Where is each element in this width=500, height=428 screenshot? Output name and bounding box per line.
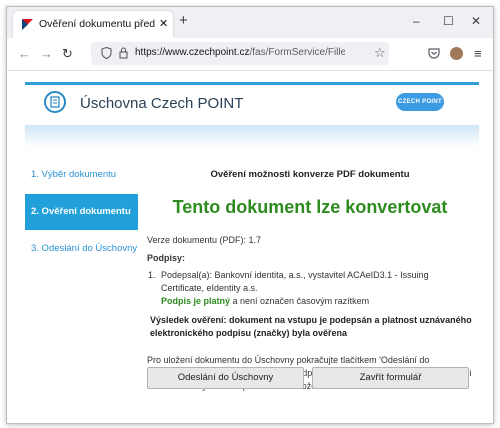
step-send-to-storage[interactable]: 3. Odeslání do Úschovny [25,231,138,267]
tab-title: Ověření dokumentu před konve [39,18,157,30]
menu-icon[interactable]: ≡ [474,46,482,61]
button-area: Odeslání do Úschovny Zavřít formulář [147,71,473,423]
address-bar[interactable]: https://www.czechpoint.cz/fas/FormServic… [91,42,389,65]
account-avatar[interactable] [450,47,463,60]
url-text[interactable]: https://www.czechpoint.cz/fas/FormServic… [135,47,345,58]
action-buttons: Odeslání do Úschovny Zavřít formulář [147,367,473,389]
bookmark-star-icon[interactable]: ☆ [374,45,386,61]
new-tab-button[interactable]: + [179,12,188,29]
minimize-icon[interactable]: – [413,14,420,28]
wizard-steps: 1. Výběr dokumentu 2. Ověření dokumentu … [25,157,138,268]
step-select-document[interactable]: 1. Výběr dokumentu [25,157,138,193]
forward-arrow-icon[interactable]: → [40,46,53,61]
lock-icon[interactable] [119,47,128,59]
tab-bar: Ověření dokumentu před konve ✕ + – ☐ ✕ [7,7,493,38]
step-verify-document[interactable]: 2. Ověření dokumentu [25,194,138,230]
browser-window: Ověření dokumentu před konve ✕ + – ☐ ✕ ←… [6,6,494,424]
window-close-icon[interactable]: ✕ [471,14,481,28]
czechpoint-favicon-icon [22,19,33,30]
maximize-icon[interactable]: ☐ [443,14,454,28]
uschovna-logo-icon [44,91,66,113]
tab-close-icon[interactable]: ✕ [159,17,168,30]
back-arrow-icon[interactable]: ← [18,46,31,61]
reload-icon[interactable]: ↻ [62,46,73,62]
navigation-bar: ← → ↻ https://www.czechpoint.cz/fas/Form… [7,38,493,71]
browser-tab[interactable]: Ověření dokumentu před konve ✕ [13,11,173,38]
pocket-icon[interactable] [428,48,440,59]
send-to-storage-button[interactable]: Odeslání do Úschovny [147,367,304,389]
shield-icon[interactable] [101,47,112,59]
page-content: Úschovna Czech POINT CZECH POINT 1. Výbě… [7,71,493,423]
close-form-button[interactable]: Zavřít formulář [312,367,469,389]
